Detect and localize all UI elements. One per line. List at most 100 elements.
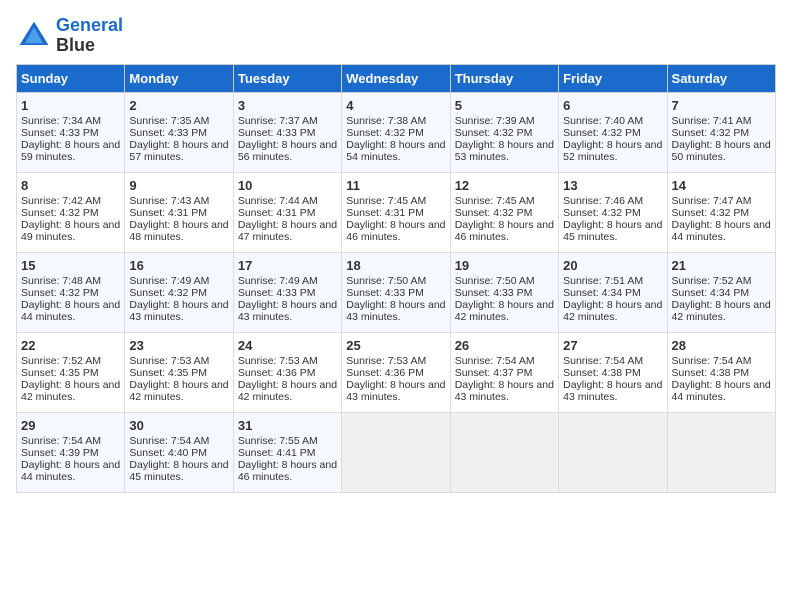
daylight-text: Daylight: 8 hours and 59 minutes. — [21, 139, 120, 163]
sunset-text: Sunset: 4:32 PM — [129, 287, 207, 299]
calendar-cell: 21Sunrise: 7:52 AMSunset: 4:34 PMDayligh… — [667, 252, 775, 332]
sunrise-text: Sunrise: 7:53 AM — [346, 355, 426, 367]
sunrise-text: Sunrise: 7:37 AM — [238, 115, 318, 127]
day-number: 5 — [455, 98, 554, 113]
day-number: 4 — [346, 98, 445, 113]
calendar-week-row: 29Sunrise: 7:54 AMSunset: 4:39 PMDayligh… — [17, 412, 776, 492]
sunset-text: Sunset: 4:33 PM — [238, 287, 316, 299]
daylight-text: Daylight: 8 hours and 42 minutes. — [672, 299, 771, 323]
sunrise-text: Sunrise: 7:47 AM — [672, 195, 752, 207]
sunrise-text: Sunrise: 7:35 AM — [129, 115, 209, 127]
calendar-cell: 26Sunrise: 7:54 AMSunset: 4:37 PMDayligh… — [450, 332, 558, 412]
sunset-text: Sunset: 4:33 PM — [21, 127, 99, 139]
sunset-text: Sunset: 4:33 PM — [129, 127, 207, 139]
calendar-cell: 12Sunrise: 7:45 AMSunset: 4:32 PMDayligh… — [450, 172, 558, 252]
calendar-cell: 15 Sunrise: 7:48 AMSunset: 4:32 PMDayligh… — [17, 252, 125, 332]
sunrise-text: Sunrise: 7:45 AM — [346, 195, 426, 207]
calendar-cell: 27Sunrise: 7:54 AMSunset: 4:38 PMDayligh… — [559, 332, 667, 412]
logo: General Blue — [16, 16, 123, 56]
header-friday: Friday — [559, 64, 667, 92]
calendar-cell: 24Sunrise: 7:53 AMSunset: 4:36 PMDayligh… — [233, 332, 341, 412]
sunrise-text: Sunrise: 7:53 AM — [129, 355, 209, 367]
daylight-text: Daylight: 8 hours and 53 minutes. — [455, 139, 554, 163]
daylight-text: Daylight: 8 hours and 44 minutes. — [672, 219, 771, 243]
sunrise-text: Sunrise: 7:54 AM — [21, 435, 101, 447]
calendar-cell: 6Sunrise: 7:40 AMSunset: 4:32 PMDaylight… — [559, 92, 667, 172]
day-number: 15 — [21, 258, 120, 273]
calendar-cell: 10Sunrise: 7:44 AMSunset: 4:31 PMDayligh… — [233, 172, 341, 252]
daylight-text: Daylight: 8 hours and 43 minutes. — [129, 299, 228, 323]
calendar-cell — [342, 412, 450, 492]
calendar-cell: 28Sunrise: 7:54 AMSunset: 4:38 PMDayligh… — [667, 332, 775, 412]
sunset-text: Sunset: 4:32 PM — [672, 207, 750, 219]
sunset-text: Sunset: 4:33 PM — [238, 127, 316, 139]
sunset-text: Sunset: 4:32 PM — [21, 287, 99, 299]
sunset-text: Sunset: 4:38 PM — [672, 367, 750, 379]
day-number: 18 — [346, 258, 445, 273]
sunrise-text: Sunrise: 7:50 AM — [346, 275, 426, 287]
daylight-text: Daylight: 8 hours and 46 minutes. — [346, 219, 445, 243]
sunrise-text: Sunrise: 7:40 AM — [563, 115, 643, 127]
sunset-text: Sunset: 4:37 PM — [455, 367, 533, 379]
daylight-text: Daylight: 8 hours and 44 minutes. — [21, 299, 120, 323]
daylight-text: Daylight: 8 hours and 49 minutes. — [21, 219, 120, 243]
day-number: 20 — [563, 258, 662, 273]
calendar-cell: 22Sunrise: 7:52 AMSunset: 4:35 PMDayligh… — [17, 332, 125, 412]
day-number: 19 — [455, 258, 554, 273]
sunset-text: Sunset: 4:35 PM — [21, 367, 99, 379]
daylight-text: Daylight: 8 hours and 42 minutes. — [563, 299, 662, 323]
calendar-cell: 9Sunrise: 7:43 AMSunset: 4:31 PMDaylight… — [125, 172, 233, 252]
daylight-text: Daylight: 8 hours and 42 minutes. — [21, 379, 120, 403]
daylight-text: Daylight: 8 hours and 46 minutes. — [238, 459, 337, 483]
calendar-cell: 16Sunrise: 7:49 AMSunset: 4:32 PMDayligh… — [125, 252, 233, 332]
sunset-text: Sunset: 4:32 PM — [455, 207, 533, 219]
sunrise-text: Sunrise: 7:52 AM — [672, 275, 752, 287]
daylight-text: Daylight: 8 hours and 42 minutes. — [129, 379, 228, 403]
daylight-text: Daylight: 8 hours and 43 minutes. — [346, 299, 445, 323]
sunrise-text: Sunrise: 7:54 AM — [129, 435, 209, 447]
sunrise-text: Sunrise: 7:50 AM — [455, 275, 535, 287]
day-number: 28 — [672, 338, 771, 353]
calendar-cell: 29Sunrise: 7:54 AMSunset: 4:39 PMDayligh… — [17, 412, 125, 492]
day-number: 24 — [238, 338, 337, 353]
day-number: 27 — [563, 338, 662, 353]
calendar-cell: 11Sunrise: 7:45 AMSunset: 4:31 PMDayligh… — [342, 172, 450, 252]
calendar-cell — [450, 412, 558, 492]
sunrise-text: Sunrise: 7:55 AM — [238, 435, 318, 447]
calendar-cell: 3Sunrise: 7:37 AMSunset: 4:33 PMDaylight… — [233, 92, 341, 172]
header-saturday: Saturday — [667, 64, 775, 92]
sunrise-text: Sunrise: 7:54 AM — [563, 355, 643, 367]
sunset-text: Sunset: 4:35 PM — [129, 367, 207, 379]
header-tuesday: Tuesday — [233, 64, 341, 92]
calendar-cell: 30Sunrise: 7:54 AMSunset: 4:40 PMDayligh… — [125, 412, 233, 492]
sunrise-text: Sunrise: 7:34 AM — [21, 115, 101, 127]
daylight-text: Daylight: 8 hours and 43 minutes. — [455, 379, 554, 403]
sunset-text: Sunset: 4:33 PM — [346, 287, 424, 299]
day-number: 14 — [672, 178, 771, 193]
calendar-cell: 1Sunrise: 7:34 AMSunset: 4:33 PMDaylight… — [17, 92, 125, 172]
calendar-cell: 14 Sunrise: 7:47 AMSunset: 4:32 PMDayligh… — [667, 172, 775, 252]
calendar-cell: 19Sunrise: 7:50 AMSunset: 4:33 PMDayligh… — [450, 252, 558, 332]
sunset-text: Sunset: 4:33 PM — [455, 287, 533, 299]
day-number: 11 — [346, 178, 445, 193]
day-number: 9 — [129, 178, 228, 193]
day-number: 2 — [129, 98, 228, 113]
sunset-text: Sunset: 4:36 PM — [346, 367, 424, 379]
sunset-text: Sunset: 4:34 PM — [672, 287, 750, 299]
sunset-text: Sunset: 4:31 PM — [129, 207, 207, 219]
sunrise-text: Sunrise: 7:38 AM — [346, 115, 426, 127]
daylight-text: Daylight: 8 hours and 56 minutes. — [238, 139, 337, 163]
sunrise-text: Sunrise: 7:48 AM — [21, 275, 101, 287]
sunrise-text: Sunrise: 7:39 AM — [455, 115, 535, 127]
calendar-week-row: 1Sunrise: 7:34 AMSunset: 4:33 PMDaylight… — [17, 92, 776, 172]
daylight-text: Daylight: 8 hours and 46 minutes. — [455, 219, 554, 243]
calendar-cell: 5Sunrise: 7:39 AMSunset: 4:32 PMDaylight… — [450, 92, 558, 172]
sunrise-text: Sunrise: 7:49 AM — [129, 275, 209, 287]
calendar-table: SundayMondayTuesdayWednesdayThursdayFrid… — [16, 64, 776, 493]
logo-text: General Blue — [56, 16, 123, 56]
calendar-cell: 31Sunrise: 7:55 AMSunset: 4:41 PMDayligh… — [233, 412, 341, 492]
calendar-week-row: 8Sunrise: 7:42 AMSunset: 4:32 PMDaylight… — [17, 172, 776, 252]
day-number: 26 — [455, 338, 554, 353]
calendar-cell: 2Sunrise: 7:35 AMSunset: 4:33 PMDaylight… — [125, 92, 233, 172]
daylight-text: Daylight: 8 hours and 44 minutes. — [672, 379, 771, 403]
